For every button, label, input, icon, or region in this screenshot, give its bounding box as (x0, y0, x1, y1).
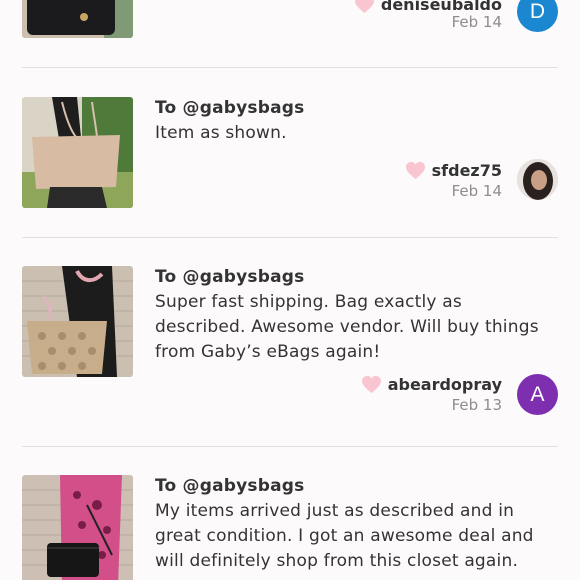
review-date: Feb 14 (451, 13, 502, 31)
listing-thumbnail-crossbody[interactable] (22, 475, 133, 580)
listing-thumbnail-logo-tote[interactable] (22, 266, 133, 377)
avatar-photo (517, 159, 558, 200)
heart-icon[interactable] (354, 0, 375, 14)
reviewer-username[interactable]: deniseubaldo (381, 0, 502, 14)
reviewer-row: abeardopray (361, 373, 502, 395)
listing-thumbnail-gold-tote[interactable] (22, 97, 133, 208)
reviewer-avatar[interactable] (517, 159, 558, 200)
reviewer-avatar[interactable]: A (517, 374, 558, 415)
heart-icon[interactable] (405, 161, 426, 180)
review-comment: Item as shown. (155, 123, 287, 143)
reviewer-username[interactable]: abeardopray (388, 375, 502, 394)
listing-thumbnail-black-tote[interactable] (22, 0, 133, 38)
review-comment: Super fast shipping. Bag exactly as desc… (155, 292, 539, 362)
review-date: Feb 14 (451, 182, 502, 200)
review-recipient[interactable]: To @gabysbags (155, 98, 304, 118)
review-feed: deniseubaldo Feb 14 D To @gabysbags Item… (0, 0, 580, 580)
review-recipient[interactable]: To @gabysbags (155, 476, 304, 496)
review-comment: My items arrived just as described and i… (155, 501, 534, 571)
reviewer-username[interactable]: sfdez75 (432, 161, 502, 180)
divider (22, 67, 558, 68)
reviewer-avatar[interactable]: D (517, 0, 558, 32)
review-recipient[interactable]: To @gabysbags (155, 267, 304, 287)
divider (22, 446, 558, 447)
reviewer-row: sfdez75 (405, 159, 502, 181)
review-date: Feb 13 (451, 396, 502, 414)
avatar-initial: A (530, 382, 545, 406)
heart-icon[interactable] (361, 375, 382, 394)
avatar-initial: D (529, 0, 546, 23)
divider (22, 237, 558, 238)
